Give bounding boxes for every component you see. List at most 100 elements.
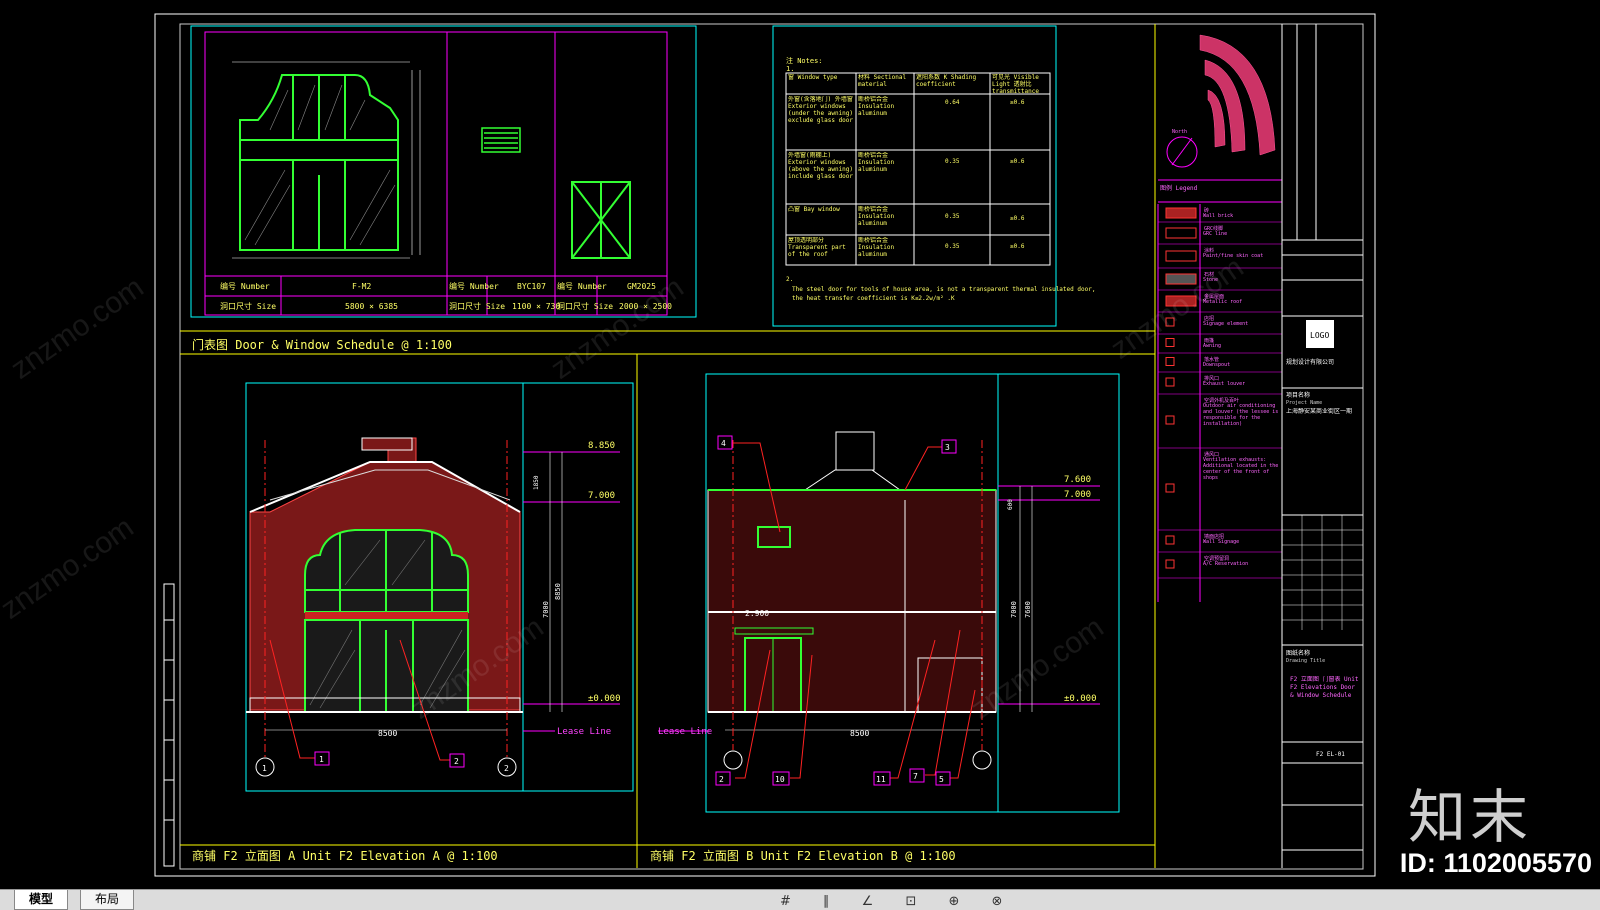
elev-a-grid-2: 2 — [504, 764, 509, 773]
elev-b-dim-v1: 600 — [1007, 499, 1014, 510]
elev-b-tag-2: 2 — [719, 775, 724, 784]
legend-item-en: Outdoor air conditioning and louver (the… — [1203, 403, 1279, 427]
row3-material: 断桥铝合金 Insulation aluminum — [858, 206, 895, 227]
schedule-title: 门表图 Door & Window Schedule @ 1:100 — [192, 337, 452, 352]
elev-a-level-roof: 7.000 — [588, 491, 615, 501]
drawing-label-en: Drawing Title — [1286, 658, 1325, 664]
th-material: 材料 Sectional material — [858, 74, 907, 88]
elev-b-lease-line: Lease Line — [658, 727, 712, 737]
svg-text:LOGO: LOGO — [1310, 331, 1329, 340]
elev-b-tag-4: 4 — [721, 439, 726, 448]
site-plan-thumbnail — [1199, 34, 1276, 156]
company-name: 规划设计有限公司 — [1286, 358, 1334, 366]
row4-type: 屋顶透明部分 Transparent part of the roof — [788, 237, 846, 258]
legend-item-en: GRC line — [1203, 231, 1228, 237]
row1-type: 外窗(含落地门) 外墙窗 Exterior windows (under the… — [788, 96, 854, 124]
row2-material: 断桥铝合金 Insulation aluminum — [858, 152, 895, 173]
row1-t: ≥0.6 — [1010, 99, 1025, 106]
elev-a-level-ground: ±0.000 — [588, 694, 621, 704]
legend-swatch — [1165, 483, 1175, 493]
elev-b-level-mid: 2.900 — [745, 609, 769, 618]
door-label-number: 编号 Number — [220, 281, 270, 291]
door-fm2-drawing — [239, 74, 399, 251]
legend-swatch — [1165, 559, 1175, 569]
th-transmittance: 可见光 Visible Light 透射比 transmittance — [992, 74, 1039, 94]
row2-k: 0.35 — [945, 158, 960, 165]
tab-model[interactable]: 模型 — [14, 890, 69, 910]
th-window-type: 窗 Window type — [788, 74, 838, 81]
drawing-label: 图纸名称 — [1286, 649, 1310, 657]
elev-a-tag-2: 2 — [454, 757, 459, 766]
elev-a-tag-1: 1 — [319, 755, 324, 764]
elev-b-dim-v3: 7600 — [1024, 601, 1032, 618]
notes-sub: 1. — [786, 65, 794, 73]
notes-footer-1: 2. — [786, 276, 793, 283]
elev-b-tag-11: 11 — [876, 775, 886, 784]
door-label-size: 洞口尺寸 Size — [220, 301, 276, 311]
elev-a-level-top: 8.850 — [588, 441, 615, 451]
door-value-number-1: F-M2 — [352, 282, 371, 291]
elev-a-dim-v2: 7000 — [542, 601, 550, 618]
inner-border — [179, 23, 1364, 870]
title-block: LOGO 规划设计有限公司 项目名称 Project Name 上海静安某商业街… — [1281, 24, 1363, 868]
row1-material: 断桥铝合金 Insulation aluminum — [858, 96, 895, 117]
wm-diag-1: znzmo.com — [5, 271, 150, 386]
door-schedule-panel: 编号 Number F-M2 编号 Number BYC107 编号 Numbe… — [190, 25, 697, 352]
window-notes-panel: 注 Notes: 1. 窗 Window type 材料 Sectional m… — [772, 25, 1095, 327]
elevation-a-title: 商铺 F2 立面图 A Unit F2 Elevation A @ 1:100 — [192, 848, 498, 863]
row2-t: ≥0.6 — [1010, 158, 1025, 165]
elev-a-grid-1: 1 — [262, 764, 267, 773]
elevation-a-panel: 8.850 7.000 ±0.000 1850 7000 8850 8500 L… — [192, 382, 634, 863]
legend-item-en: Ventilation exhausts: Additional located… — [1203, 457, 1279, 481]
louver-byc107-drawing — [481, 127, 521, 153]
legend-swatch — [1165, 338, 1175, 347]
project-name: 上海静安某商业街区一期 — [1286, 408, 1353, 415]
door-value-size-2: 1100 × 730 — [512, 302, 560, 311]
row4-material: 断桥铝合金 Insulation aluminum — [858, 237, 895, 258]
cad-drawing-canvas[interactable]: 编号 Number F-M2 编号 Number BYC107 编号 Numbe… — [0, 0, 1600, 909]
row2-type: 外墙窗(雨棚上) Exterior windows (above the awn… — [788, 152, 854, 180]
elev-b-level-top: 7.600 — [1064, 475, 1091, 485]
notes-heading: 注 Notes: — [786, 56, 823, 65]
notes-footer-2: The steel door for tools of house area, … — [792, 286, 1095, 293]
door-value-size-1: 5800 × 6385 — [345, 302, 398, 311]
elev-a-dim-v1: 1850 — [533, 475, 540, 490]
legend-swatch — [1165, 250, 1197, 262]
legend-item-en: Exhaust louver — [1203, 381, 1246, 387]
legend-item-en: Signage element — [1203, 321, 1249, 327]
row3-t: ≥0.6 — [1010, 215, 1025, 222]
facade-b-wall — [707, 489, 997, 713]
legend-item-en: Downspout — [1203, 362, 1231, 368]
legend-title: 图例 Legend — [1160, 184, 1198, 192]
elev-a-dim-v3: 8850 — [554, 583, 562, 600]
row4-k: 0.35 — [945, 243, 960, 250]
elev-b-width: 8500 — [850, 729, 869, 738]
tab-layout[interactable]: 布局 — [80, 890, 135, 910]
row4-t: ≥0.6 — [1010, 243, 1025, 250]
project-label: 项目名称 — [1286, 391, 1310, 399]
door-value-number-2: BYC107 — [517, 282, 546, 291]
sheet-number: F2 EL-01 — [1316, 751, 1345, 758]
notes-footer-3: the heat transfer coefficient is K≤2.2w/… — [792, 295, 955, 302]
row1-k: 0.64 — [945, 99, 960, 106]
legend-item-en: Paint/fine skin coat — [1203, 253, 1264, 259]
row3-k: 0.35 — [945, 213, 960, 220]
elev-b-tag-10: 10 — [775, 775, 785, 784]
elevation-b-title: 商铺 F2 立面图 B Unit F2 Elevation B @ 1:100 — [650, 848, 956, 863]
watermark-id: ID: 1102005570 — [1399, 848, 1592, 878]
legend-swatch — [1165, 415, 1175, 425]
row3-type: 凸窗 Bay window — [788, 206, 840, 213]
outer-border — [154, 13, 1376, 877]
elev-b-tag-3: 3 — [945, 443, 950, 452]
compass-label: North — [1172, 129, 1187, 135]
door-gm2025-drawing — [571, 181, 631, 259]
wm-diag-2: znzmo.com — [0, 511, 140, 626]
door-label-size-3: 洞口尺寸 Size — [557, 301, 613, 311]
legend-item-en: Awning — [1203, 343, 1222, 349]
legend-swatch — [1165, 357, 1175, 366]
th-shading: 遮阳系数 K Shading coefficient — [916, 74, 977, 88]
elev-b-level-roof: 7.000 — [1064, 490, 1091, 500]
legend-item-en: A/C Reservation — [1203, 561, 1249, 567]
status-toolbar[interactable]: # ∥ ∠ ⊡ ⊕ ⊗ — [780, 894, 1016, 909]
legend-swatch — [1165, 377, 1175, 387]
